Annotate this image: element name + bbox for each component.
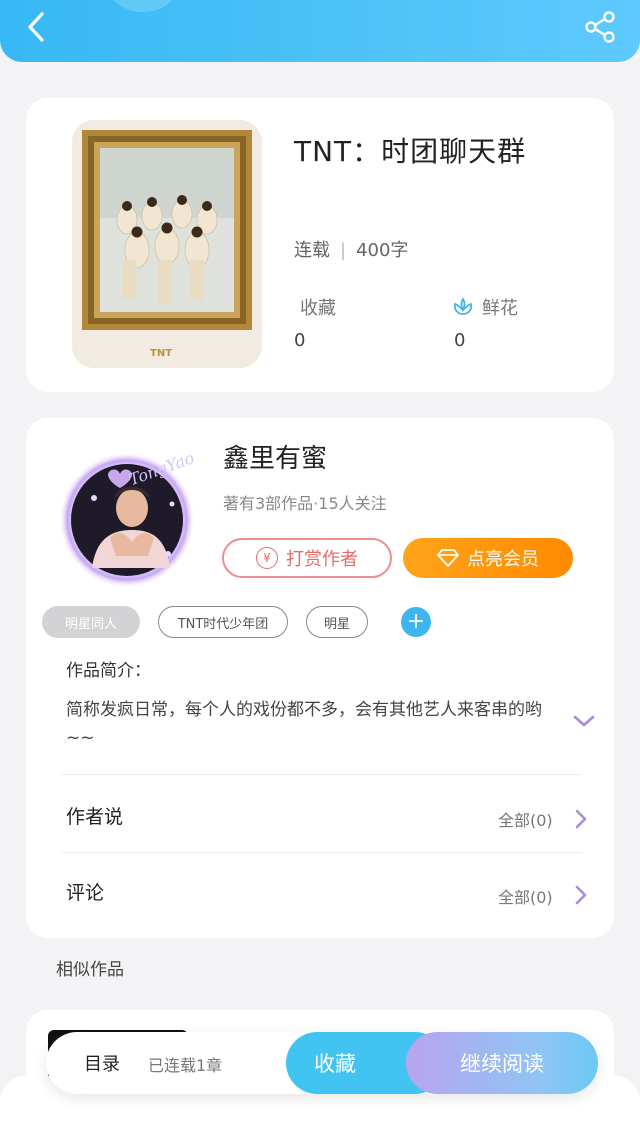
divider: [62, 774, 582, 775]
intro-text: 简称发疯日常，每个人的戏份都不多，会有其他艺人来客串的哟~~: [66, 700, 542, 748]
chevron-down-icon: [573, 715, 595, 727]
flowers-label: 鲜花: [482, 298, 518, 319]
cover-logo: TNT: [150, 348, 172, 359]
separator: |: [340, 240, 347, 261]
vip-label: 点亮会员: [467, 549, 539, 570]
comments-label: 评论: [66, 882, 105, 904]
divider: [62, 852, 582, 853]
plus-icon: +: [406, 609, 426, 634]
reward-label: 打赏作者: [286, 549, 358, 570]
word-count: 400字: [356, 240, 409, 261]
favorites-count: 0: [294, 330, 306, 351]
favorite-label: 收藏: [314, 1052, 356, 1076]
chevron-left-icon: [28, 12, 44, 42]
coin-icon: ¥: [256, 547, 278, 569]
author-card: TongYao 鑫里有蜜 著有3部作品·15人关注 ¥ 打赏作者 点亮会员 明星…: [26, 418, 614, 938]
flowers-count: 0: [454, 330, 466, 351]
author-says-count: 全部(0): [498, 811, 553, 830]
reward-author-button[interactable]: ¥ 打赏作者: [222, 538, 392, 578]
book-cover[interactable]: TNT: [72, 120, 262, 368]
bottom-action-bar: 目录 已连载1章 收藏 继续阅读: [46, 1032, 598, 1094]
tag-chip[interactable]: 明星: [306, 606, 368, 638]
serial-status: 连载: [294, 240, 330, 261]
flowers-stat[interactable]: 鲜花: [452, 294, 518, 320]
author-says-label: 作者说: [66, 806, 124, 828]
back-button[interactable]: [20, 10, 54, 44]
similar-works-title: 相似作品: [56, 960, 124, 980]
author-meta: 著有3部作品·15人关注: [223, 494, 387, 513]
tag-chip[interactable]: 明星同人: [42, 606, 140, 638]
comments-count: 全部(0): [498, 888, 553, 907]
book-title: TNT：时团聊天群: [294, 135, 527, 168]
header-decoration: [108, 0, 178, 12]
book-info-card: TNT TNT：时团聊天群 连载 | 400字 收藏 0 鲜花 0: [26, 98, 614, 392]
continue-reading-label: 继续阅读: [460, 1052, 544, 1076]
flower-icon: [453, 297, 473, 315]
chevron-right-icon: [575, 809, 587, 829]
chevron-right-icon: [575, 885, 587, 905]
author-name[interactable]: 鑫里有蜜: [223, 438, 327, 475]
expand-intro-button[interactable]: [571, 712, 597, 730]
top-header: [0, 0, 640, 62]
chapter-status: 已连载1章: [148, 1056, 223, 1075]
table-of-contents-button[interactable]: 目录: [84, 1050, 120, 1076]
share-icon: [585, 11, 615, 43]
activate-vip-button[interactable]: 点亮会员: [403, 538, 573, 578]
favorites-label: 收藏: [300, 298, 336, 319]
add-tag-button[interactable]: +: [401, 607, 431, 637]
diamond-icon: [437, 549, 459, 567]
serial-info: 连载 | 400字: [294, 236, 408, 262]
cover-image: TNT: [72, 120, 262, 368]
author-avatar[interactable]: TongYao: [52, 438, 202, 588]
tag-chip[interactable]: TNT时代少年团: [158, 606, 288, 638]
intro-label: 作品简介：: [66, 661, 151, 681]
share-button[interactable]: [583, 10, 617, 44]
continue-reading-button[interactable]: 继续阅读: [406, 1032, 598, 1094]
avatar-image: TongYao: [59, 448, 197, 588]
